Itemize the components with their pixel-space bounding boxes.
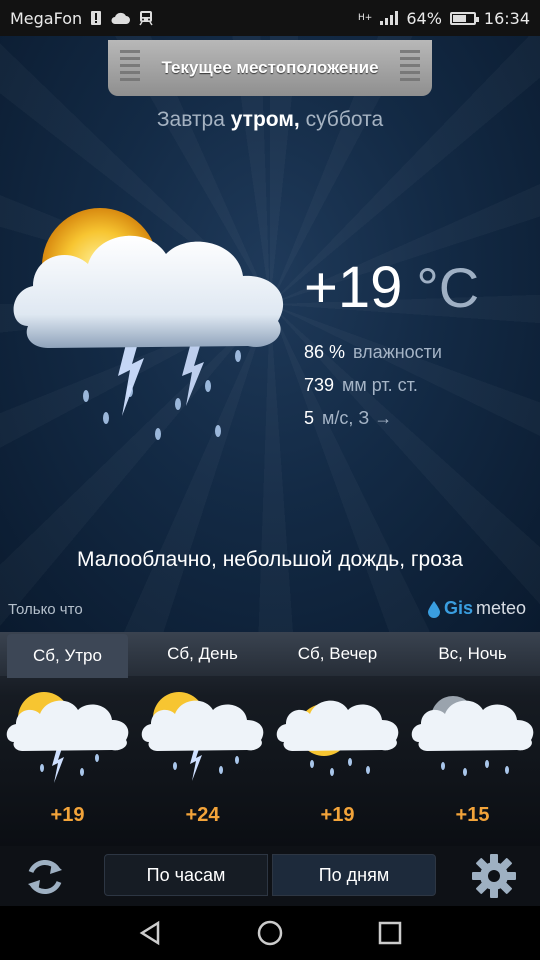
home-icon[interactable]	[255, 918, 285, 948]
humidity-label: влажности	[353, 342, 442, 362]
updated-time: Только что	[8, 601, 83, 618]
sim-alert-icon	[91, 11, 102, 25]
pressure-value: 739	[304, 375, 335, 395]
days-mode-button[interactable]: По дням	[272, 854, 436, 896]
sun-cloud-thunderstorm-icon	[141, 692, 264, 781]
water-drop-icon	[427, 600, 440, 618]
refresh-icon[interactable]	[22, 854, 68, 900]
signal-icon	[380, 11, 399, 25]
brand-part-2: meteo	[475, 598, 526, 618]
bottom-toolbar: По часам По дням	[0, 846, 540, 906]
gear-icon[interactable]	[470, 852, 518, 900]
moon-cloud-rain-icon	[411, 696, 534, 776]
humidity-value: 86 %	[304, 342, 346, 362]
forecast-item[interactable]: Сб, Утро +19	[0, 632, 135, 846]
carrier-label: MegaFon	[10, 8, 83, 28]
location-tab[interactable]: Текущее местоположение	[108, 40, 432, 96]
sun-cloud-thunderstorm-icon	[6, 692, 129, 783]
forecast-item[interactable]: Вс, Ночь +15	[405, 632, 540, 846]
recents-icon[interactable]	[375, 918, 405, 948]
forecast-temperature: +19	[320, 804, 355, 826]
train-icon	[139, 11, 153, 26]
forecast-tab-label[interactable]: Сб, Утро	[7, 634, 128, 678]
back-icon[interactable]	[136, 918, 166, 948]
pressure-row: 739 мм рт. ст.	[304, 369, 442, 402]
network-type: H+	[358, 13, 373, 23]
condition-text: Малооблачно, небольшой дождь, гроза	[77, 548, 463, 571]
pressure-label: мм рт. ст.	[342, 375, 418, 395]
drag-handle-icon	[400, 50, 420, 84]
sun-cloud-rain-icon	[276, 700, 399, 776]
forecast-temperature: +19	[50, 804, 85, 826]
current-weather-panel: Текущее местоположение Завтра утром, суб…	[0, 36, 540, 632]
temperature-unit: °C	[416, 256, 480, 319]
forecast-strip: Сб, Утро +19 Сб, День +24 Сб, Вечер +19 …	[0, 632, 540, 846]
status-bar: MegaFon H+ 64% 16:34	[0, 0, 540, 36]
cloud-icon	[111, 12, 131, 24]
period-day: суббота	[305, 108, 384, 131]
period-time: утром,	[230, 108, 300, 131]
period-prefix: Завтра	[156, 108, 225, 131]
wind-label: м/с, З →	[322, 408, 393, 428]
sun-cloud-thunderstorm-icon	[13, 208, 284, 440]
battery-percent: 64%	[406, 8, 442, 28]
hours-mode-button[interactable]: По часам	[104, 854, 268, 896]
forecast-item[interactable]: Сб, Вечер +19	[270, 632, 405, 846]
forecast-temperature: +24	[185, 804, 220, 826]
brand-part-1: Gis	[443, 598, 473, 618]
forecast-tab-label[interactable]: Сб, Вечер	[270, 632, 405, 676]
gismeteo-logo: Gis meteo	[427, 598, 526, 619]
wind-row: 5 м/с, З →	[304, 402, 442, 435]
drag-handle-icon	[120, 50, 140, 84]
forecast-tab-label[interactable]: Сб, День	[135, 632, 270, 676]
forecast-temperature: +15	[455, 804, 490, 826]
battery-icon	[449, 11, 479, 25]
wind-value: 5	[304, 408, 315, 428]
period-title: Завтра утром, суббота	[0, 108, 540, 132]
clock: 16:34	[483, 8, 530, 28]
location-label: Текущее местоположение	[161, 58, 379, 77]
system-nav-bar	[0, 906, 540, 960]
humidity-row: 86 % влажности	[304, 336, 442, 369]
forecast-tab-label[interactable]: Вс, Ночь	[405, 632, 540, 676]
current-temperature: +19 °C	[304, 254, 479, 321]
weather-params: 86 % влажности 739 мм рт. ст. 5 м/с, З →	[304, 336, 442, 435]
forecast-item[interactable]: Сб, День +24	[135, 632, 270, 846]
temperature-value: +19	[304, 255, 403, 320]
